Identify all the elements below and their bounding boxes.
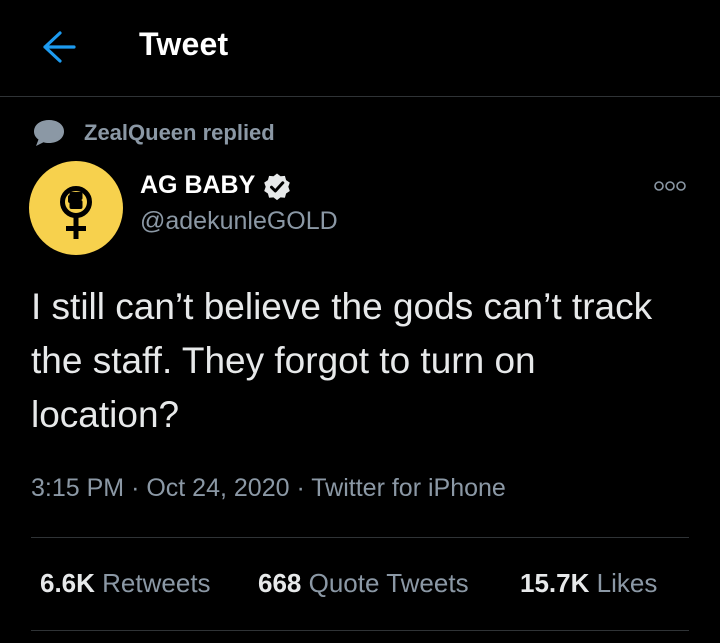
quote-tweets-label: Quote Tweets xyxy=(308,568,469,598)
tweet-time: 3:15 PM xyxy=(31,474,125,502)
reply-context-label: ZealQueen replied xyxy=(84,120,275,145)
likes-count: 15.7K xyxy=(520,568,590,598)
quote-tweets-stat[interactable]: 668 Quote Tweets xyxy=(258,568,469,599)
raised-fist-venus-icon xyxy=(60,186,92,239)
page-title: Tweet xyxy=(139,26,229,62)
stats-bottom-divider xyxy=(31,630,689,631)
retweets-stat[interactable]: 6.6K Retweets xyxy=(40,568,211,599)
meta-separator: · xyxy=(296,474,305,502)
tweet-text: I still can’t believe the gods can’t tra… xyxy=(31,286,653,435)
top-bar: Tweet xyxy=(0,0,720,96)
likes-label: Likes xyxy=(596,568,658,598)
meta-separator: · xyxy=(131,474,140,502)
avatar[interactable] xyxy=(29,161,123,255)
quote-tweets-count: 668 xyxy=(258,568,302,598)
speech-bubble-icon xyxy=(34,120,64,146)
tweet-metadata: 3:15 PM · Oct 24, 2020 · Twitter for iPh… xyxy=(31,474,506,503)
likes-stat[interactable]: 15.7K Likes xyxy=(520,568,657,599)
author-name[interactable]: AG BABY xyxy=(140,171,255,200)
arrow-left-icon xyxy=(43,31,76,63)
more-dots-icon xyxy=(654,181,686,191)
tweet-date: Oct 24, 2020 xyxy=(146,474,290,502)
back-button[interactable] xyxy=(38,30,78,64)
verified-badge-icon xyxy=(264,173,290,201)
tweet-source-link[interactable]: Twitter for iPhone xyxy=(311,474,506,502)
author-handle[interactable]: @adekunleGOLD xyxy=(140,207,338,236)
retweets-label: Retweets xyxy=(102,568,211,598)
stats-top-divider xyxy=(31,537,689,538)
retweets-count: 6.6K xyxy=(40,568,95,598)
header-divider xyxy=(0,96,720,97)
more-options-button[interactable] xyxy=(650,174,690,198)
